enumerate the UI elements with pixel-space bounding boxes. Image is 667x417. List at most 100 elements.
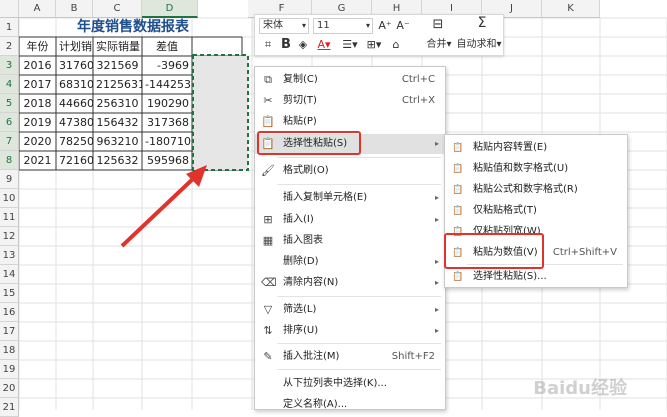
context-menu-item[interactable]: ⌫ 清除内容(N) ▸: [255, 273, 445, 293]
table-cell[interactable]: 473800: [56, 113, 93, 132]
select-all-corner[interactable]: [0, 0, 19, 18]
submenu-item[interactable]: 📋 粘贴内容转置(E): [445, 138, 627, 158]
context-menu-item[interactable]: ▦ 插入图表: [255, 231, 445, 251]
font-name-select[interactable]: 宋体 ▾: [259, 18, 309, 34]
column-header-b[interactable]: B: [56, 0, 93, 18]
row-header-21[interactable]: 21: [0, 398, 19, 417]
column-header-d[interactable]: D: [142, 0, 198, 18]
menu-item-label: 插入图表: [283, 235, 323, 246]
header-cell[interactable]: 年份: [19, 37, 56, 56]
column-header-k[interactable]: K: [542, 0, 600, 18]
table-cell[interactable]: 963210: [93, 132, 142, 151]
table-cell[interactable]: 2017: [19, 75, 56, 94]
row-header-7[interactable]: 7: [0, 132, 19, 151]
grow-font-button[interactable]: A⁺: [377, 18, 393, 34]
row-header-19[interactable]: 19: [0, 360, 19, 379]
context-menu-item[interactable]: 从下拉列表中选择(K)...: [255, 374, 445, 394]
table-cell[interactable]: 721600: [56, 151, 93, 170]
context-menu-item[interactable]: ✂ 剪切(T) Ctrl+X: [255, 91, 445, 111]
table-cell[interactable]: 190290: [142, 94, 192, 113]
autosum-button[interactable]: 自动求和▾: [453, 37, 505, 53]
submenu-item[interactable]: 📋 粘贴值和数字格式(U): [445, 159, 627, 179]
row-header-6[interactable]: 6: [0, 113, 19, 132]
row-header-11[interactable]: 11: [0, 208, 19, 227]
table-cell[interactable]: 256310: [93, 94, 142, 113]
table-cell[interactable]: 2021: [19, 151, 56, 170]
column-header-a[interactable]: A: [19, 0, 56, 18]
row-header-12[interactable]: 12: [0, 227, 19, 246]
table-cell[interactable]: 317368: [142, 113, 192, 132]
font-size-select[interactable]: 11 ▾: [313, 18, 373, 34]
table-cell[interactable]: 2125631: [93, 75, 142, 94]
submenu-item[interactable]: 📋 选择性粘贴(S)...: [445, 267, 627, 287]
table-cell[interactable]: 446600: [56, 94, 93, 113]
row-header-15[interactable]: 15: [0, 284, 19, 303]
row-header-5[interactable]: 5: [0, 94, 19, 113]
paste-formula-icon: 📋: [452, 185, 464, 195]
table-cell[interactable]: 125632: [93, 151, 142, 170]
table-cell[interactable]: 321569: [93, 56, 142, 75]
row-header-20[interactable]: 20: [0, 379, 19, 398]
table-cell[interactable]: -1442531: [142, 75, 192, 94]
context-menu-item[interactable]: ✎ 插入批注(M) Shift+F2: [255, 347, 445, 367]
menu-item-label: 选择性粘贴(S)...: [473, 271, 547, 282]
menu-separator: [277, 157, 441, 158]
table-cell[interactable]: 156432: [93, 113, 142, 132]
menu-item-label: 插入批注(M): [283, 351, 340, 362]
header-cell[interactable]: 实际销量: [93, 37, 142, 56]
submenu-item[interactable]: 📋 粘贴公式和数字格式(R): [445, 180, 627, 200]
row-header-13[interactable]: 13: [0, 246, 19, 265]
context-menu-item[interactable]: ⊞ 插入(I) ▸: [255, 210, 445, 230]
table-cell[interactable]: -180710: [142, 132, 192, 151]
submenu-item[interactable]: 📋 仅粘贴格式(T): [445, 201, 627, 221]
copy-icon: ⧉: [264, 73, 272, 86]
context-menu-item[interactable]: ⇅ 排序(U) ▸: [255, 321, 445, 341]
border-button[interactable]: ⊞▾: [363, 37, 385, 53]
row-header-18[interactable]: 18: [0, 341, 19, 360]
chevron-down-icon: ▾: [365, 21, 370, 30]
row-header-8[interactable]: 8: [0, 151, 19, 170]
table-cell[interactable]: 2018: [19, 94, 56, 113]
table-cell[interactable]: 2020: [19, 132, 56, 151]
row-header-17[interactable]: 17: [0, 322, 19, 341]
table-cell[interactable]: 595968: [142, 151, 192, 170]
menu-item-label: 剪切(T): [283, 95, 317, 106]
sheet-title[interactable]: 年度销售数据报表: [20, 18, 246, 37]
row-header-9[interactable]: 9: [0, 170, 19, 189]
context-menu-item[interactable]: 🖌 格式刷(O): [255, 161, 445, 181]
row-header-3[interactable]: 3: [0, 56, 19, 75]
table-cell[interactable]: 317600: [56, 56, 93, 75]
context-menu-item[interactable]: ▽ 筛选(L) ▸: [255, 300, 445, 320]
row-header-1[interactable]: 1: [0, 18, 19, 37]
context-menu-item[interactable]: ⧉ 复制(C) Ctrl+C: [255, 70, 445, 90]
row-header-2[interactable]: 2: [0, 37, 19, 56]
context-menu-item[interactable]: 📋 粘贴(P): [255, 112, 445, 132]
header-cell[interactable]: 计划销量: [56, 37, 93, 56]
context-menu-item[interactable]: 定义名称(A)...: [255, 395, 445, 415]
table-cell[interactable]: 782500: [56, 132, 93, 151]
sort-icon: ⇅: [263, 324, 273, 337]
table-cell[interactable]: 2019: [19, 113, 56, 132]
bold-button[interactable]: B: [279, 37, 293, 53]
table-cell[interactable]: 683100: [56, 75, 93, 94]
row-header-4[interactable]: 4: [0, 75, 19, 94]
row-header-16[interactable]: 16: [0, 303, 19, 322]
column-header-c[interactable]: C: [93, 0, 142, 18]
format-icon[interactable]: ⌗: [261, 37, 275, 53]
align-button[interactable]: ☰▾: [339, 37, 361, 53]
table-cell[interactable]: 2016: [19, 56, 56, 75]
insert-icon: ⊞: [263, 213, 273, 226]
menu-item-label: 粘贴值和数字格式(U): [473, 163, 569, 174]
menu-item-label: 复制(C): [283, 74, 318, 85]
shrink-font-button[interactable]: A⁻: [395, 18, 411, 34]
table-cell[interactable]: -3969: [142, 56, 192, 75]
paste-values-format-icon: 📋: [452, 164, 464, 174]
row-header-10[interactable]: 10: [0, 189, 19, 208]
context-menu-item[interactable]: 插入复制单元格(E) ▸: [255, 188, 445, 208]
header-cell[interactable]: 差值: [142, 37, 192, 56]
format-painter-icon[interactable]: ⌂: [389, 37, 403, 53]
context-menu-item[interactable]: 删除(D) ▸: [255, 252, 445, 272]
row-header-14[interactable]: 14: [0, 265, 19, 284]
fill-color-icon[interactable]: ◈: [295, 37, 311, 53]
font-color-button[interactable]: A▾: [313, 37, 335, 53]
